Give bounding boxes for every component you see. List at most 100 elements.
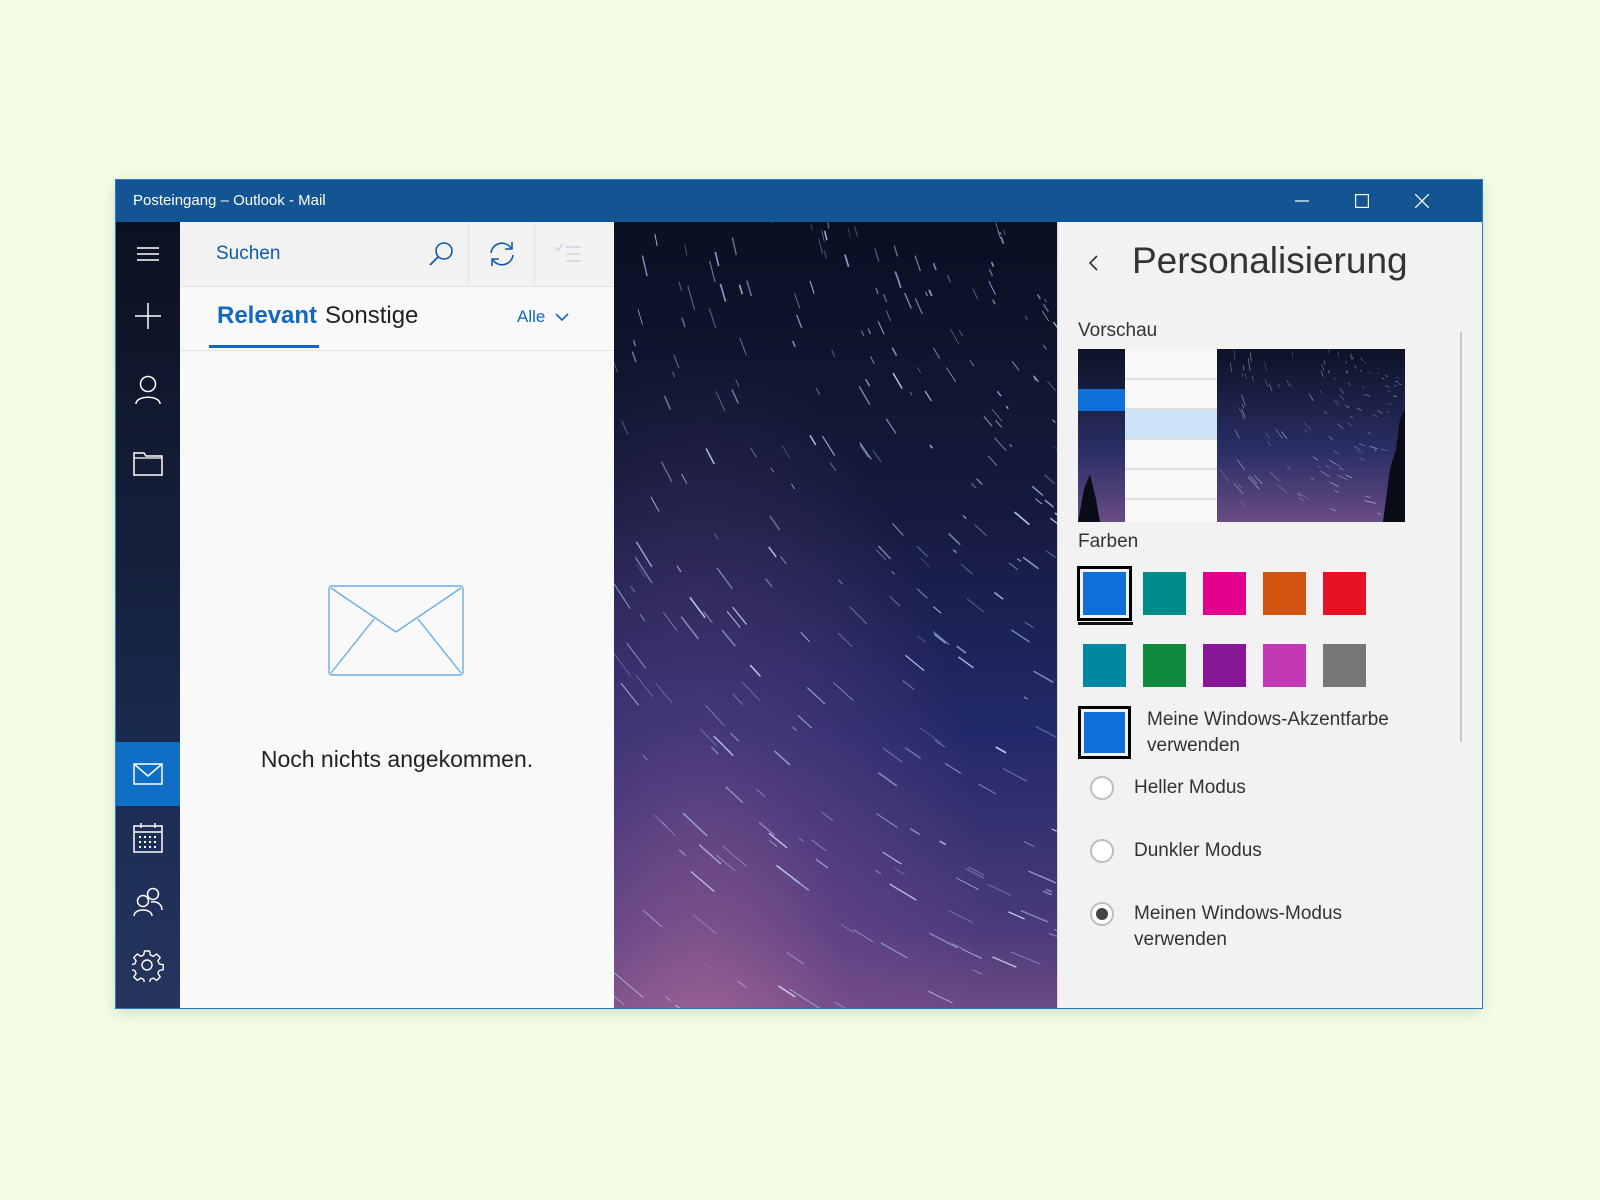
star-trail: [750, 447, 757, 458]
sync-button[interactable]: [470, 222, 534, 286]
color-swatch[interactable]: [1323, 644, 1366, 687]
back-button[interactable]: [1086, 252, 1102, 279]
minimize-button[interactable]: [1272, 180, 1332, 222]
close-button[interactable]: [1392, 180, 1452, 222]
windows-accent-color-option[interactable]: [1078, 706, 1131, 759]
star-trail: [682, 812, 708, 837]
star-trail: [719, 283, 727, 302]
star-trail: [1008, 911, 1025, 920]
star-trail: [818, 238, 824, 254]
star-trail: [910, 828, 921, 836]
hamburger-menu-button[interactable]: [116, 222, 180, 286]
maximize-button[interactable]: [1332, 180, 1392, 222]
search-icon: [429, 242, 453, 266]
color-swatch[interactable]: [1323, 572, 1366, 615]
star-trail: [650, 496, 660, 512]
star-trail: [932, 262, 937, 271]
star-trail: [1008, 562, 1018, 571]
star-trail: [949, 910, 973, 924]
color-swatch[interactable]: [1263, 644, 1306, 687]
radio-dark-mode[interactable]: [1090, 839, 1114, 863]
star-trail: [709, 260, 716, 282]
star-trail: [916, 588, 929, 599]
star-trail: [821, 435, 836, 456]
star-trail: [770, 467, 775, 473]
color-swatch[interactable]: [1203, 572, 1246, 615]
new-mail-button[interactable]: [116, 284, 180, 348]
star-trail: [1033, 670, 1054, 684]
star-trail: [928, 289, 933, 297]
star-trail: [916, 545, 929, 558]
star-trail: [1003, 230, 1006, 235]
selection-mode-button[interactable]: [536, 222, 600, 286]
color-swatch[interactable]: [1263, 572, 1306, 615]
calendar-button[interactable]: [116, 806, 180, 870]
radio-light-mode[interactable]: [1090, 776, 1114, 800]
star-trail: [847, 227, 851, 238]
star-trail: [859, 444, 869, 458]
star-trail: [832, 682, 854, 701]
people-button[interactable]: [116, 870, 180, 934]
star-trail: [929, 444, 934, 449]
star-trail: [1035, 725, 1057, 738]
search-button[interactable]: [416, 222, 466, 286]
star-trail: [877, 321, 885, 335]
color-swatch[interactable]: [1077, 566, 1132, 621]
mode-option-dark[interactable]: Dunkler Modus: [1090, 839, 1394, 864]
star-trail: [972, 969, 983, 975]
active-tab-indicator: [209, 345, 319, 348]
star-trail: [993, 437, 1007, 452]
color-swatch[interactable]: [1143, 644, 1186, 687]
star-trail: [681, 473, 688, 484]
star-trail: [1024, 621, 1034, 629]
mail-button[interactable]: [116, 742, 180, 806]
radio-windows-mode[interactable]: [1090, 902, 1114, 926]
star-trail: [872, 449, 883, 463]
empty-inbox-message: Noch nichts angekommen.: [260, 746, 534, 772]
star-trail: [970, 482, 977, 489]
tab-relevant[interactable]: Relevant: [217, 302, 317, 330]
panel-scrollbar[interactable]: [1460, 332, 1462, 742]
window-title: Posteingang – Outlook - Mail: [133, 192, 326, 209]
star-trail: [1051, 828, 1057, 832]
star-trail: [914, 298, 923, 315]
star-trail: [917, 635, 927, 643]
filter-dropdown[interactable]: Alle: [517, 307, 569, 327]
chevron-down-icon: [555, 312, 569, 321]
preview-label: Vorschau: [1078, 320, 1158, 341]
star-trail: [849, 606, 868, 625]
star-trail: [732, 606, 748, 625]
mode-option-windows[interactable]: Meinen Windows-Modus verwenden: [1090, 902, 1394, 953]
star-trail: [1022, 556, 1039, 570]
star-trail: [614, 972, 644, 998]
close-icon: [1415, 194, 1429, 208]
mail-icon: [133, 763, 163, 785]
star-trail: [827, 222, 830, 229]
star-trail: [810, 224, 813, 231]
star-trail: [676, 565, 682, 573]
mode-option-light[interactable]: Heller Modus: [1090, 776, 1394, 801]
star-trail: [704, 704, 725, 727]
star-trail: [637, 309, 643, 325]
star-trail: [875, 287, 879, 295]
star-trail: [1045, 550, 1057, 559]
accounts-button[interactable]: [116, 358, 180, 422]
selected-color-indicator: [1078, 622, 1133, 625]
star-trail: [806, 687, 826, 705]
color-swatch[interactable]: [1203, 644, 1246, 687]
color-swatch[interactable]: [1083, 644, 1126, 687]
folders-button[interactable]: [116, 431, 180, 495]
star-trail: [731, 237, 738, 256]
star-trail: [995, 222, 1000, 234]
color-swatch[interactable]: [1143, 572, 1186, 615]
nav-rail: [116, 222, 180, 1008]
star-trail: [791, 726, 797, 732]
star-trail: [741, 681, 761, 701]
star-trail: [800, 631, 810, 642]
tab-sonstige[interactable]: Sonstige: [325, 302, 418, 330]
settings-button[interactable]: [116, 934, 180, 998]
accent-color-swatch: [1084, 712, 1125, 753]
star-trail: [987, 455, 998, 466]
separator: [534, 222, 535, 286]
star-trail: [1036, 294, 1041, 300]
